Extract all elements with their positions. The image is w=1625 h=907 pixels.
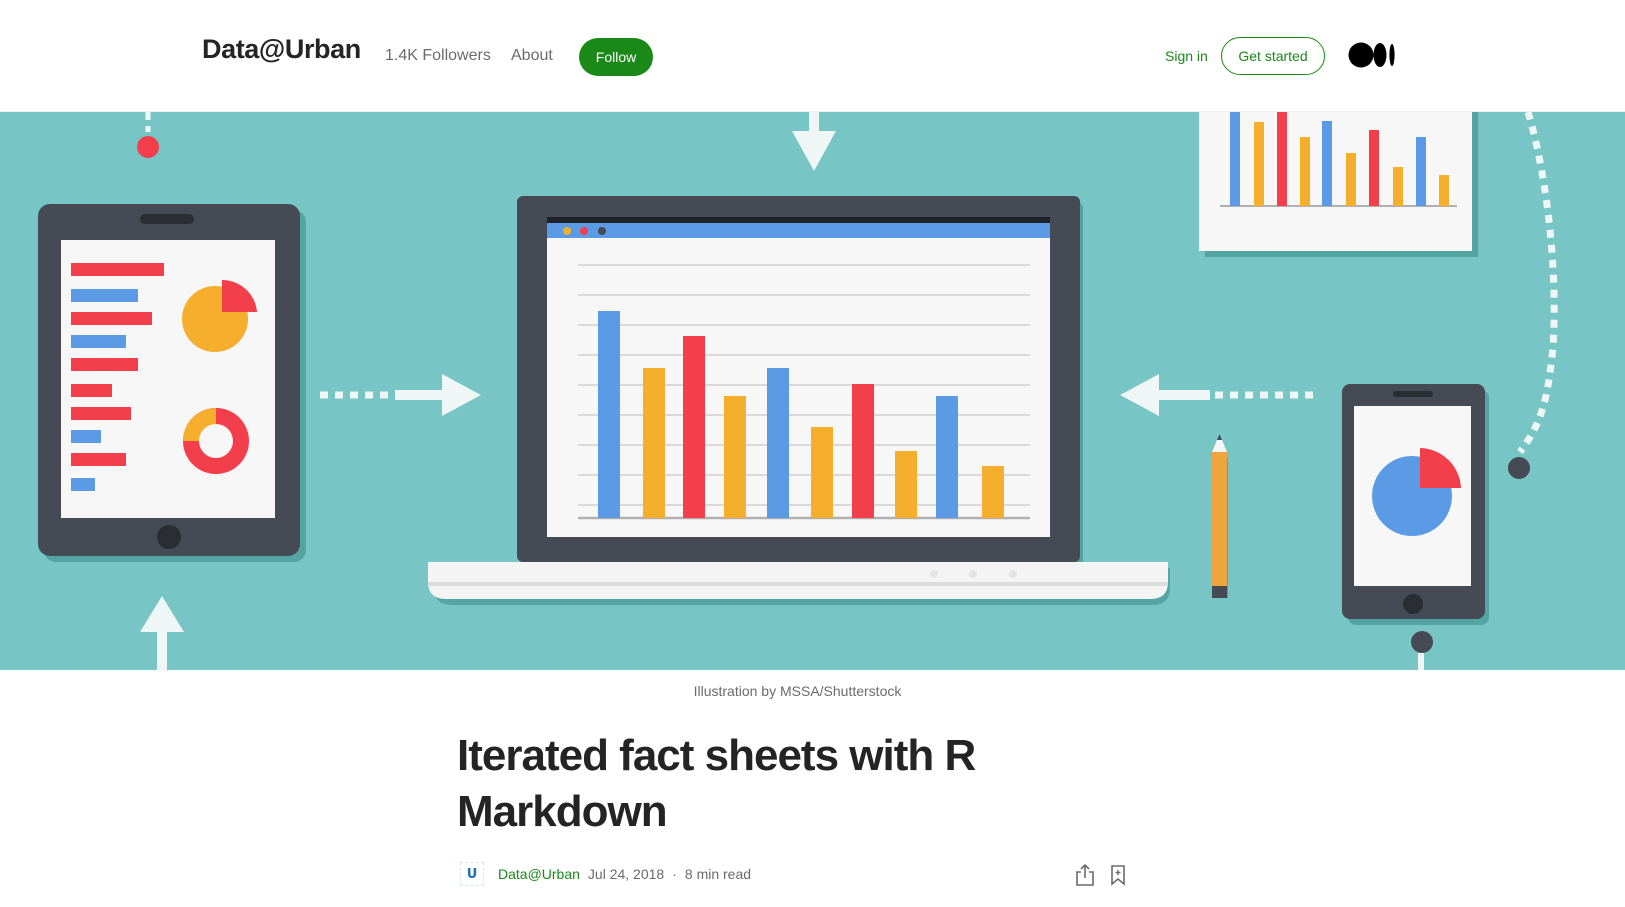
share-icon[interactable] [1074,863,1096,887]
site-header: Data@Urban 1.4K Followers About Follow S… [0,0,1625,112]
read-time: 8 min read [684,866,752,882]
publication-brand[interactable]: Data@Urban [202,34,361,65]
about-link[interactable]: About [511,47,553,65]
meta-separator: · [672,866,677,882]
publish-date: Jul 24, 2018 [587,866,665,882]
hero-caption: Illustration by MSSA/Shutterstock [693,683,902,699]
publication-avatar-letter: U [466,866,478,882]
publication-link[interactable]: Data@Urban [498,866,580,882]
sign-in-link[interactable]: Sign in [1165,48,1208,64]
followers-count[interactable]: 1.4K Followers [385,47,491,65]
data-devices-illustration [38,112,1558,670]
get-started-button[interactable]: Get started [1221,37,1325,75]
follow-button[interactable]: Follow [579,38,653,76]
hero-illustration [0,112,1625,670]
publication-avatar[interactable]: U [460,862,484,886]
article-title: Iterated fact sheets with R Markdown [457,731,976,836]
bookmark-icon[interactable] [1108,864,1128,886]
medium-logo-icon[interactable] [1348,41,1396,69]
article-meta: U Data@Urban Jul 24, 2018 · 8 min read [460,862,751,886]
